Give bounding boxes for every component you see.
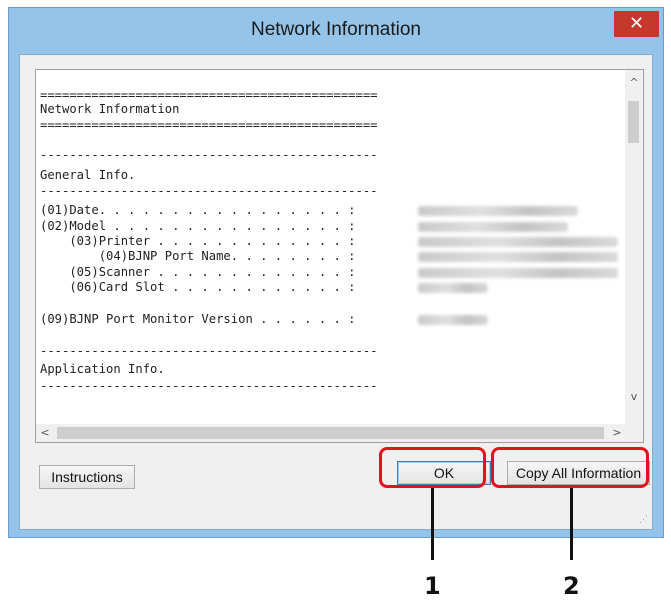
callout-1-line [431,488,434,560]
copy-button-highlight [491,447,649,488]
instructions-button[interactable]: Instructions [39,465,135,489]
report-heading: Network Information [40,102,180,116]
scrollbar-corner [625,408,643,442]
close-button[interactable]: ✕ [614,11,659,37]
section-application-info: Application Info. [40,362,165,376]
row-bjnp-port-monitor-version: (09)BJNP Port Monitor Version . . . . . … [40,312,356,326]
redacted-value [418,222,568,232]
close-icon: ✕ [628,13,645,34]
row-date: (01)Date. . . . . . . . . . . . . . . . … [40,203,356,217]
scroll-left-icon[interactable]: < [36,424,54,442]
callout-2-line [570,488,573,560]
row-model: (02)Model . . . . . . . . . . . . . . . … [40,219,356,233]
rule-single: ----------------------------------------… [40,344,378,358]
network-info-text: ========================================… [40,87,620,407]
rule-double: ========================================… [40,118,378,132]
callout-1-number: 1 [424,572,441,600]
section-general-info: General Info. [40,168,136,182]
vertical-scroll-thumb[interactable] [628,101,639,143]
dialog-title: Network Information [250,19,421,40]
row-card-slot: (06)Card Slot . . . . . . . . . . . . : [40,280,356,294]
vertical-scrollbar[interactable]: ^ v [625,70,643,410]
scroll-right-icon[interactable]: > [608,424,626,442]
redacted-value [418,268,618,278]
redacted-value [418,237,618,247]
network-info-textbox[interactable]: ========================================… [35,69,644,443]
redacted-value [418,252,618,262]
rule-single: ----------------------------------------… [40,379,378,393]
redacted-value [418,283,488,293]
scroll-down-icon[interactable]: v [625,388,643,406]
horizontal-scroll-thumb[interactable] [57,427,604,439]
rule-single: ----------------------------------------… [40,148,378,162]
redacted-value [418,206,578,216]
callout-2-number: 2 [563,572,580,600]
horizontal-scrollbar[interactable]: < > [36,424,626,442]
ok-button-highlight [379,447,486,488]
redacted-value [418,315,488,325]
title-bar[interactable]: Network Information ✕ [9,8,663,54]
rule-single: ----------------------------------------… [40,184,378,198]
resize-grip-icon[interactable]: ⋰ [639,514,648,525]
row-scanner: (05)Scanner . . . . . . . . . . . . . : [40,265,356,279]
scroll-up-icon[interactable]: ^ [625,74,643,92]
row-bjnp-port-name: (04)BJNP Port Name. . . . . . . . : [40,249,356,263]
row-printer: (03)Printer . . . . . . . . . . . . . : [40,234,356,248]
